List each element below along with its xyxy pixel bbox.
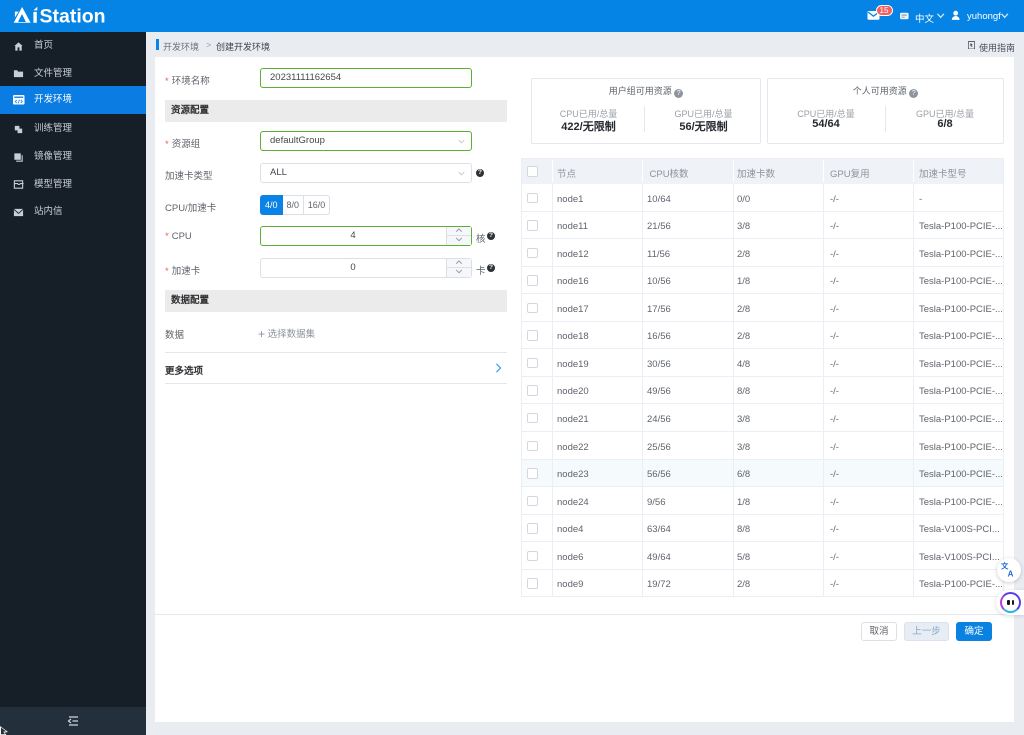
svg-text:A: A: [1008, 570, 1014, 578]
svg-text:Station: Station: [40, 6, 106, 28]
